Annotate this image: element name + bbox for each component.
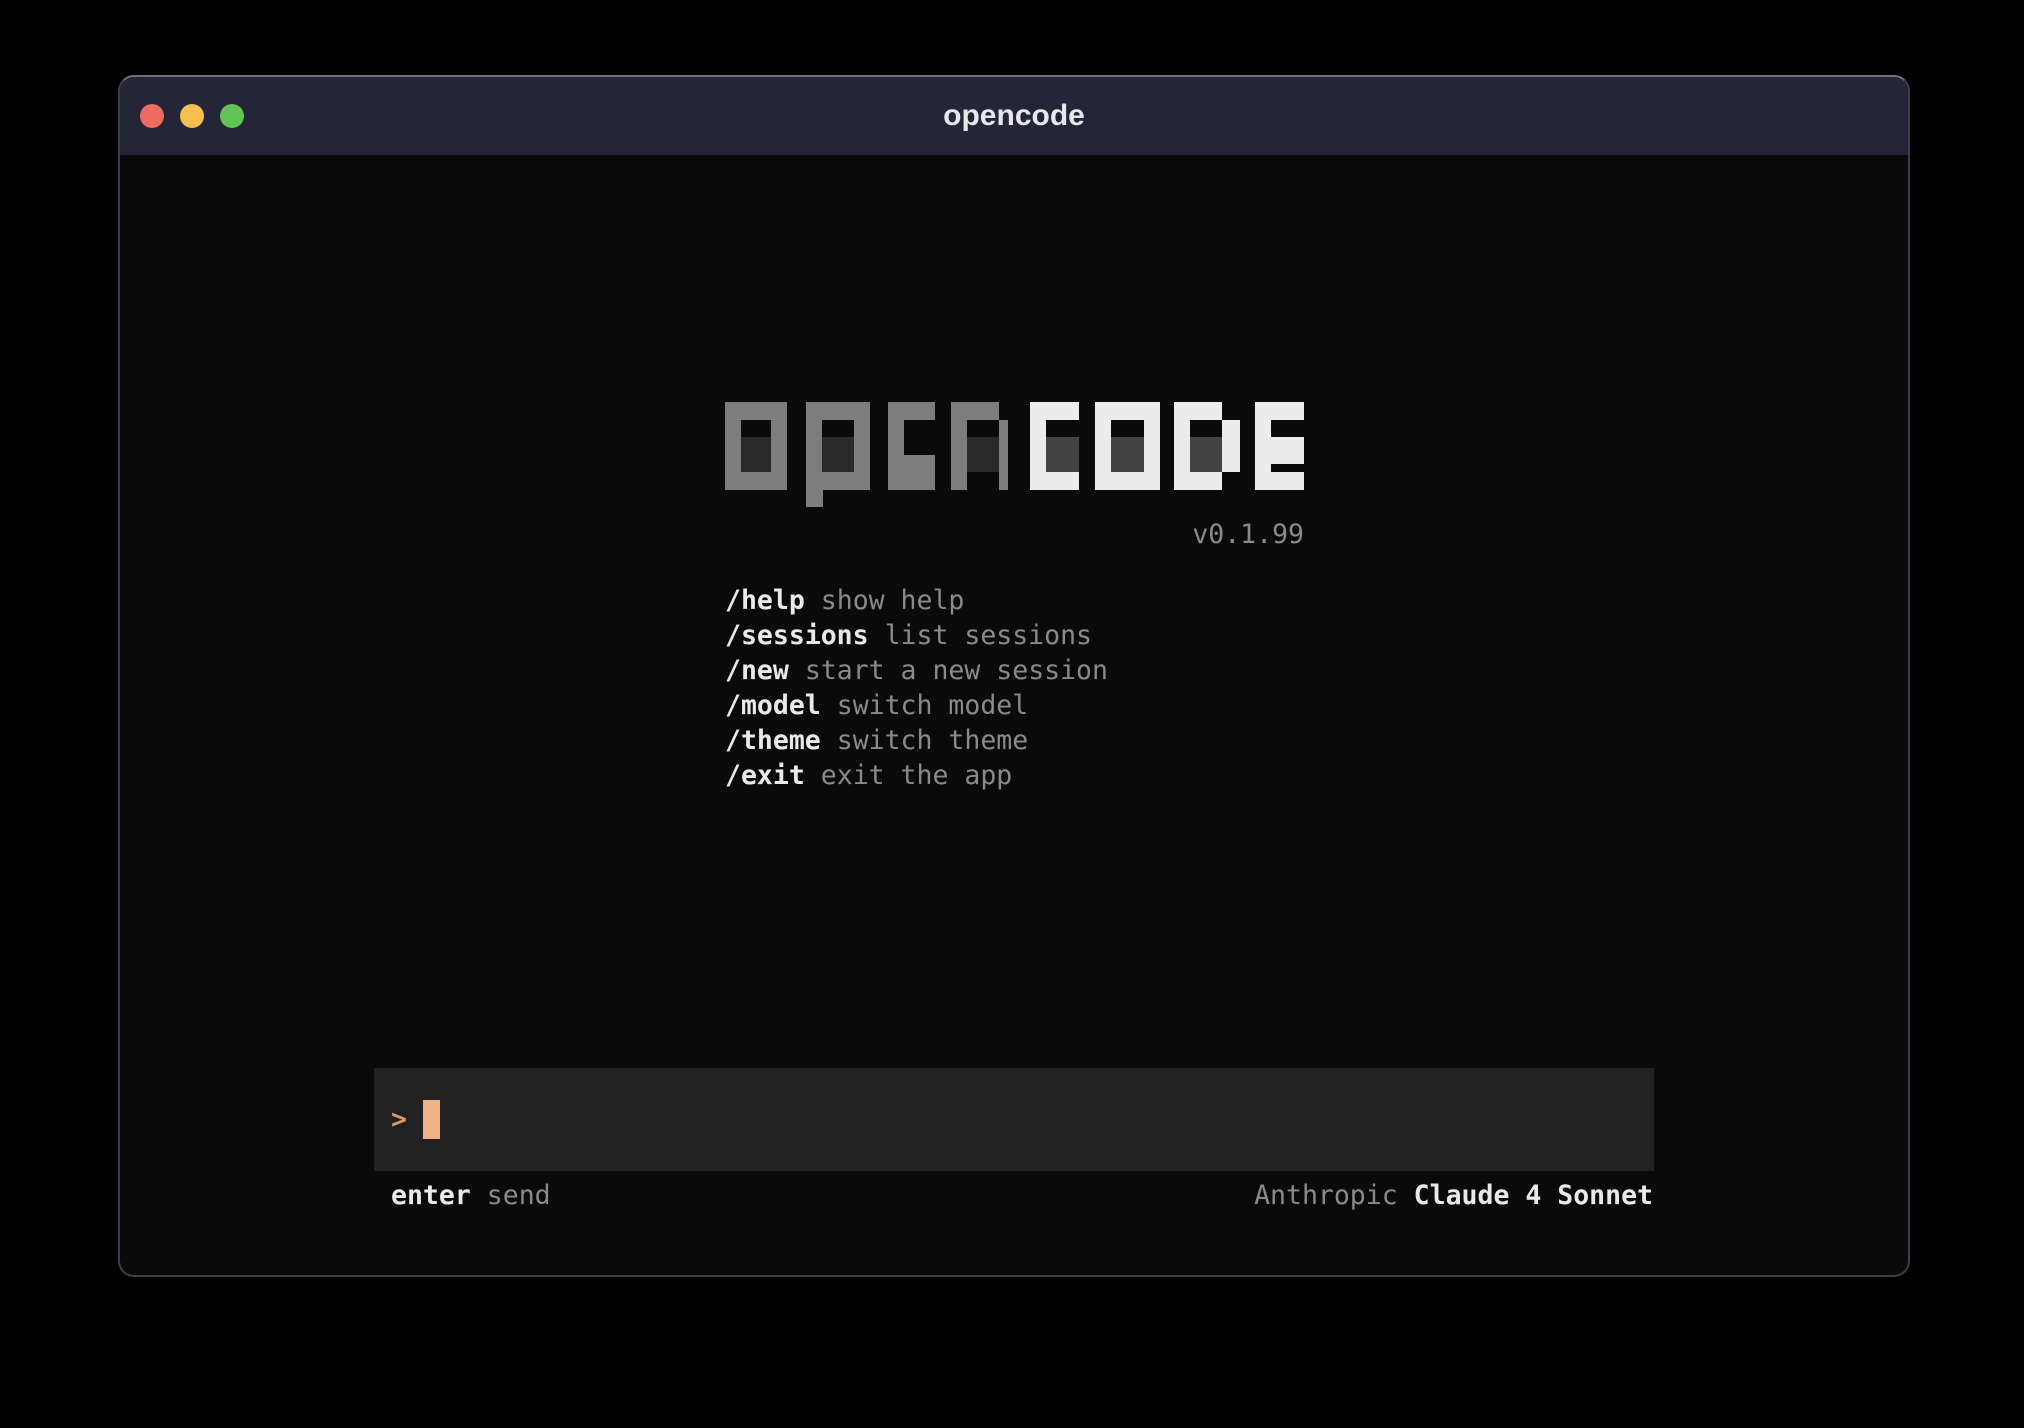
opencode-logo-pixelart	[725, 402, 1304, 507]
command-name: /new	[725, 655, 789, 686]
command-row: /new start a new session	[725, 653, 1108, 688]
status-bar: enter send Anthropic Claude 4 Sonnet	[391, 1173, 1653, 1217]
command-row: /model switch model	[725, 688, 1108, 723]
window-titlebar[interactable]: opencode	[120, 77, 1908, 155]
command-row: /theme switch theme	[725, 723, 1108, 758]
command-list: /help show help/sessions list sessions/new…	[725, 583, 1108, 793]
command-name: /exit	[725, 760, 805, 791]
version-label: v0.1.99	[725, 518, 1304, 551]
command-name: /theme	[725, 725, 821, 756]
model-indicator: Anthropic Claude 4 Sonnet	[1254, 1180, 1653, 1211]
logo-code-letters	[1030, 402, 1304, 490]
text-cursor	[423, 1100, 440, 1139]
desktop-background: opencode	[0, 0, 2024, 1428]
command-name: /help	[725, 585, 805, 616]
command-description: exit the app	[821, 760, 1012, 791]
opencode-logo: v0.1.99	[725, 402, 1304, 551]
command-description: switch theme	[837, 725, 1028, 756]
command-name: /sessions	[725, 620, 869, 651]
close-button[interactable]	[140, 104, 164, 128]
send-hint: enter send	[391, 1180, 551, 1211]
command-description: list sessions	[885, 620, 1092, 651]
window-title: opencode	[943, 99, 1085, 133]
command-name: /model	[725, 690, 821, 721]
key-action-label: send	[487, 1180, 551, 1211]
command-row: /sessions list sessions	[725, 618, 1108, 653]
logo-open-letters	[725, 402, 1008, 507]
model-label: Claude 4 Sonnet	[1414, 1180, 1653, 1211]
minimize-button[interactable]	[180, 104, 204, 128]
command-description: switch model	[837, 690, 1028, 721]
prompt-symbol: >	[391, 1104, 407, 1135]
command-row: /help show help	[725, 583, 1108, 618]
key-hint-label: enter	[391, 1180, 471, 1211]
zoom-button[interactable]	[220, 104, 244, 128]
opencode-window: opencode	[118, 75, 1910, 1277]
command-row: /exit exit the app	[725, 758, 1108, 793]
traffic-lights	[140, 77, 244, 155]
prompt-input[interactable]: >	[374, 1068, 1654, 1171]
provider-label: Anthropic	[1254, 1180, 1398, 1211]
command-description: start a new session	[805, 655, 1108, 686]
command-description: show help	[821, 585, 965, 616]
